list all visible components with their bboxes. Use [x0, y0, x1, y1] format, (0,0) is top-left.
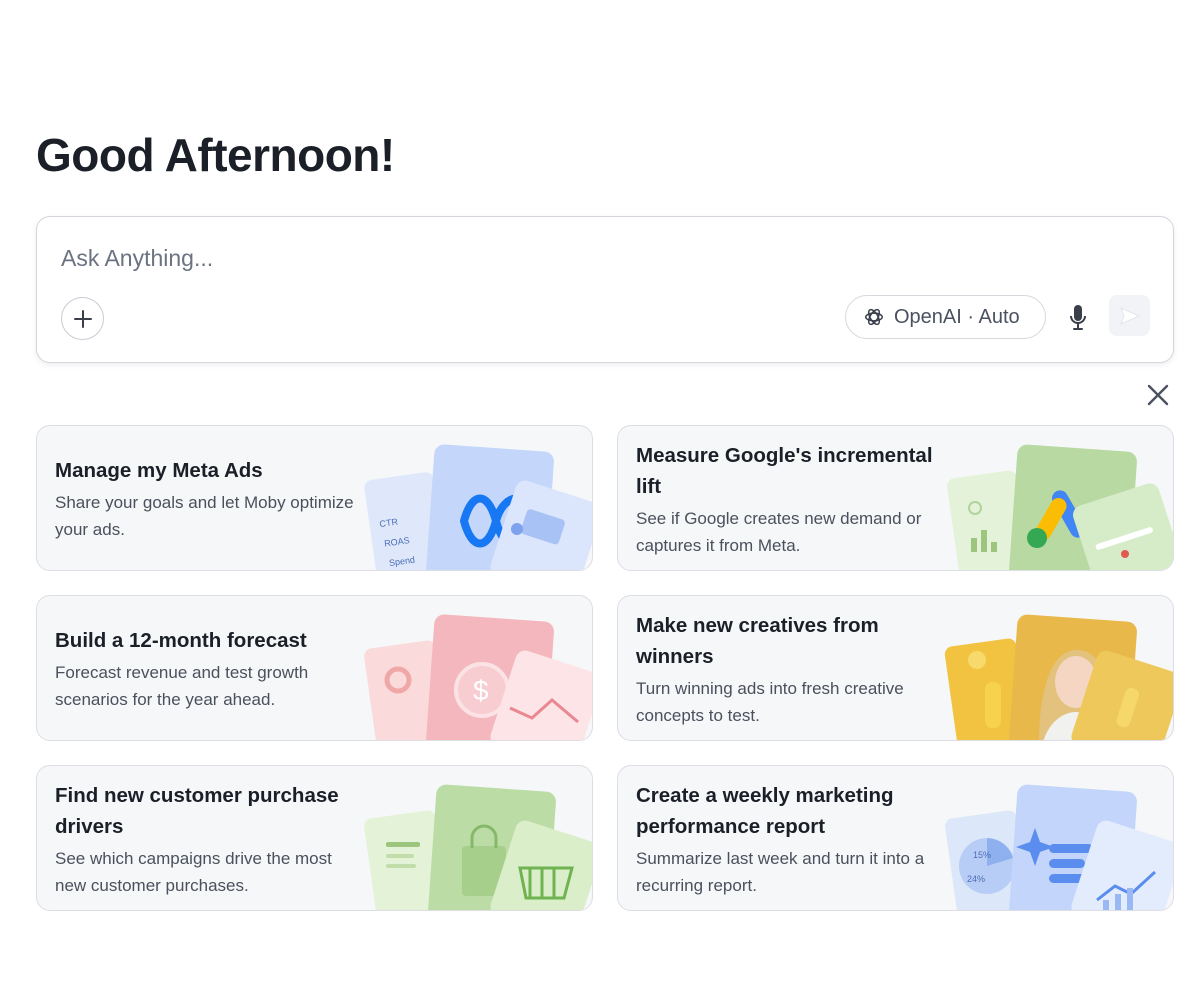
card-title: Manage my Meta Ads	[55, 459, 263, 482]
card-description: Turn winning ads into fresh creative con…	[636, 679, 904, 725]
purchase-drivers-illustration	[364, 784, 592, 910]
card-description: Share your goals and let Moby optimize y…	[55, 493, 354, 539]
model-selector[interactable]: OpenAI · Auto	[845, 295, 1046, 339]
suggestion-card-meta-ads[interactable]: Manage my Meta Ads Share your goals and …	[36, 425, 593, 571]
pie-label-24: 24%	[967, 874, 985, 884]
greeting-heading: Good Afternoon!	[36, 129, 395, 181]
model-label: OpenAI · Auto	[894, 305, 1020, 328]
google-ads-illustration	[947, 444, 1173, 570]
add-attachment-button[interactable]	[61, 297, 104, 340]
card-description: See if Google creates new demand or capt…	[636, 509, 922, 555]
close-suggestions-button[interactable]	[1144, 381, 1172, 409]
suggestion-card-forecast[interactable]: Build a 12-month forecast Forecast reven…	[36, 595, 593, 741]
suggestion-card-google-lift[interactable]: Measure Google's incremental lift See if…	[617, 425, 1174, 571]
meta-ads-illustration: CTR ROAS Spend	[364, 444, 592, 570]
creatives-illustration	[944, 614, 1173, 740]
card-title: Create a weekly marketing performance re…	[636, 784, 894, 838]
pie-label-15: 15%	[973, 850, 991, 860]
close-icon	[1147, 384, 1169, 406]
card-description: See which campaigns drive the most new c…	[55, 849, 332, 895]
card-description: Summarize last week and turn it into a r…	[636, 849, 925, 895]
card-title: Measure Google's incremental lift	[636, 444, 933, 498]
chat-composer: OpenAI · Auto	[36, 216, 1174, 363]
card-title: Build a 12-month forecast	[55, 629, 307, 652]
openai-logo-icon	[865, 308, 883, 326]
card-description: Forecast revenue and test growth scenari…	[55, 663, 309, 709]
weekly-report-illustration: 15% 24%	[945, 784, 1173, 910]
microphone-icon	[1070, 305, 1086, 330]
suggestion-card-creatives[interactable]: Make new creatives from winners Turn win…	[617, 595, 1174, 741]
svg-text:$: $	[473, 675, 489, 706]
send-button[interactable]	[1109, 295, 1150, 336]
send-icon	[1119, 306, 1140, 325]
voice-input-button[interactable]	[1063, 299, 1093, 337]
forecast-illustration: $	[364, 614, 592, 740]
suggestion-card-weekly-report[interactable]: Create a weekly marketing performance re…	[617, 765, 1174, 911]
plus-icon	[73, 309, 92, 328]
card-title: Find new customer purchase drivers	[55, 784, 339, 838]
suggestion-card-purchase-drivers[interactable]: Find new customer purchase drivers See w…	[36, 765, 593, 911]
ask-input[interactable]	[61, 245, 961, 272]
card-title: Make new creatives from winners	[636, 614, 879, 668]
